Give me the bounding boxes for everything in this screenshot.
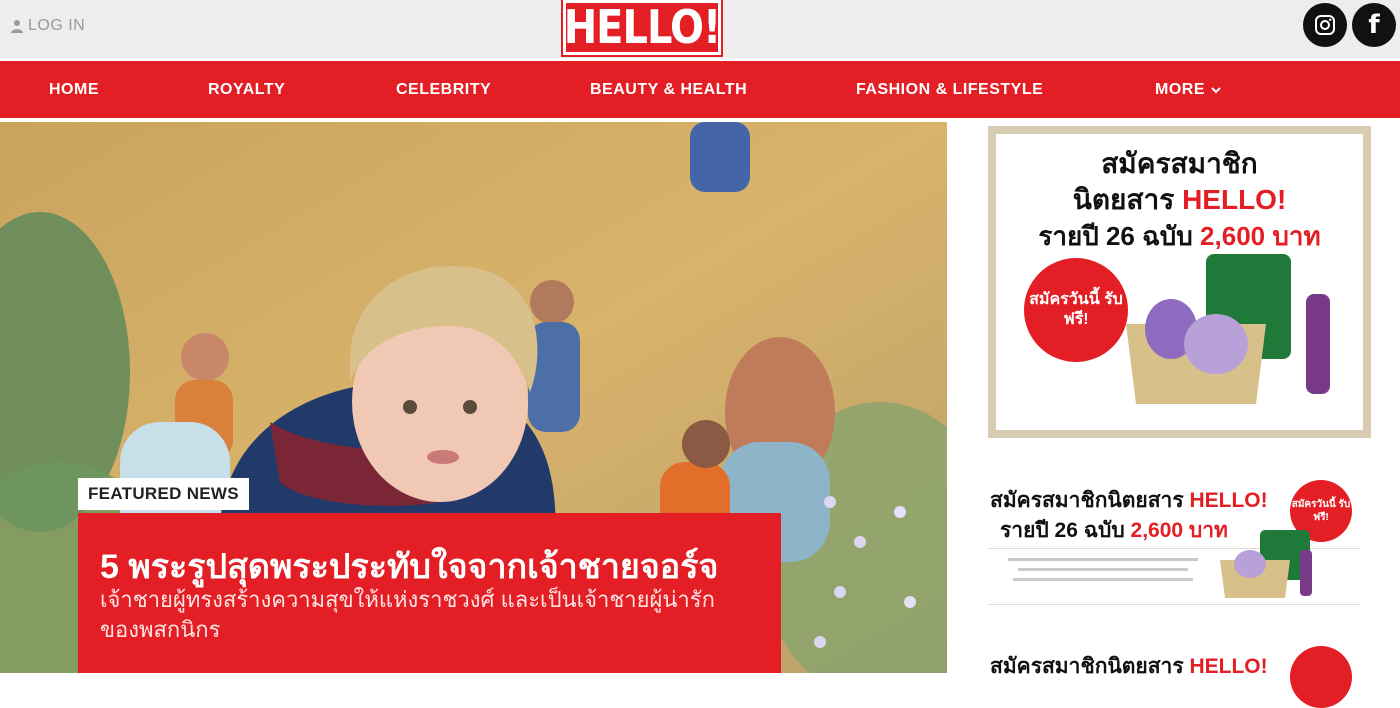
- facebook-button[interactable]: f: [1352, 3, 1396, 47]
- nav-item-royalty[interactable]: ROYALTY: [208, 61, 285, 118]
- ad-small-line-1: สมัครสมาชิกนิตยสาร HELLO!: [990, 489, 1268, 512]
- nav-item-beauty-health[interactable]: BEAUTY & HEALTH: [590, 61, 747, 118]
- main-nav: HOME ROYALTY CELEBRITY BEAUTY & HEALTH F…: [0, 61, 1400, 118]
- subscribe-ad-small-2[interactable]: สมัครสมาชิกนิตยสาร HELLO!: [988, 640, 1360, 708]
- ad-line-3: รายปี 26 ฉบับ 2,600 บาท: [1038, 221, 1321, 251]
- article-subheadline: เจ้าชายผู้ทรงสร้างความสุขให้แห่งราชวงศ์ …: [100, 587, 715, 642]
- ad-small2-line-1: สมัครสมาชิกนิตยสาร HELLO!: [990, 655, 1268, 678]
- nav-item-home[interactable]: HOME: [49, 61, 99, 118]
- login-label: LOG IN: [28, 17, 86, 34]
- headline-panel[interactable]: 5 พระรูปสุดพระประทับใจจากเจ้าชายจอร์จ เจ…: [78, 513, 781, 673]
- user-icon: [11, 20, 23, 33]
- ad-bottom-divider: [988, 604, 1360, 605]
- logo-text: HELLO!: [563, 1, 722, 54]
- site-logo[interactable]: HELLO!: [563, 0, 721, 55]
- ad-small-line-2: รายปี 26 ฉบับ 2,600 บาท: [1000, 519, 1228, 542]
- promo-badge: สมัครวันนี้ รับฟรี!: [1024, 258, 1128, 362]
- chevron-down-icon: [1211, 87, 1221, 94]
- facebook-icon: f: [1368, 10, 1380, 40]
- nav-item-fashion-lifestyle[interactable]: FASHION & LIFESTYLE: [856, 61, 1043, 118]
- subscribe-ad-large[interactable]: สมัครสมาชิก นิตยสาร HELLO! รายปี 26 ฉบับ…: [988, 126, 1371, 438]
- promo-badge-small-2: [1290, 646, 1352, 708]
- fine-print-lines: [1008, 558, 1198, 581]
- login-link[interactable]: LOG IN: [10, 17, 85, 35]
- instagram-button[interactable]: [1303, 3, 1347, 47]
- featured-news-tag: FEATURED NEWS: [78, 478, 249, 510]
- gift-basket-image: [1126, 254, 1330, 404]
- instagram-icon: [1315, 15, 1335, 35]
- gift-basket-image-small: [1220, 530, 1312, 598]
- featured-article[interactable]: FEATURED NEWS 5 พระรูปสุดพระประทับใจจากเ…: [0, 122, 947, 673]
- top-bar: LOG IN HELLO! f: [0, 0, 1400, 58]
- subscribe-ad-small[interactable]: สมัครสมาชิกนิตยสาร HELLO! รายปี 26 ฉบับ …: [988, 476, 1360, 606]
- nav-item-more[interactable]: MORE: [1155, 61, 1222, 118]
- nav-item-celebrity[interactable]: CELEBRITY: [396, 61, 491, 118]
